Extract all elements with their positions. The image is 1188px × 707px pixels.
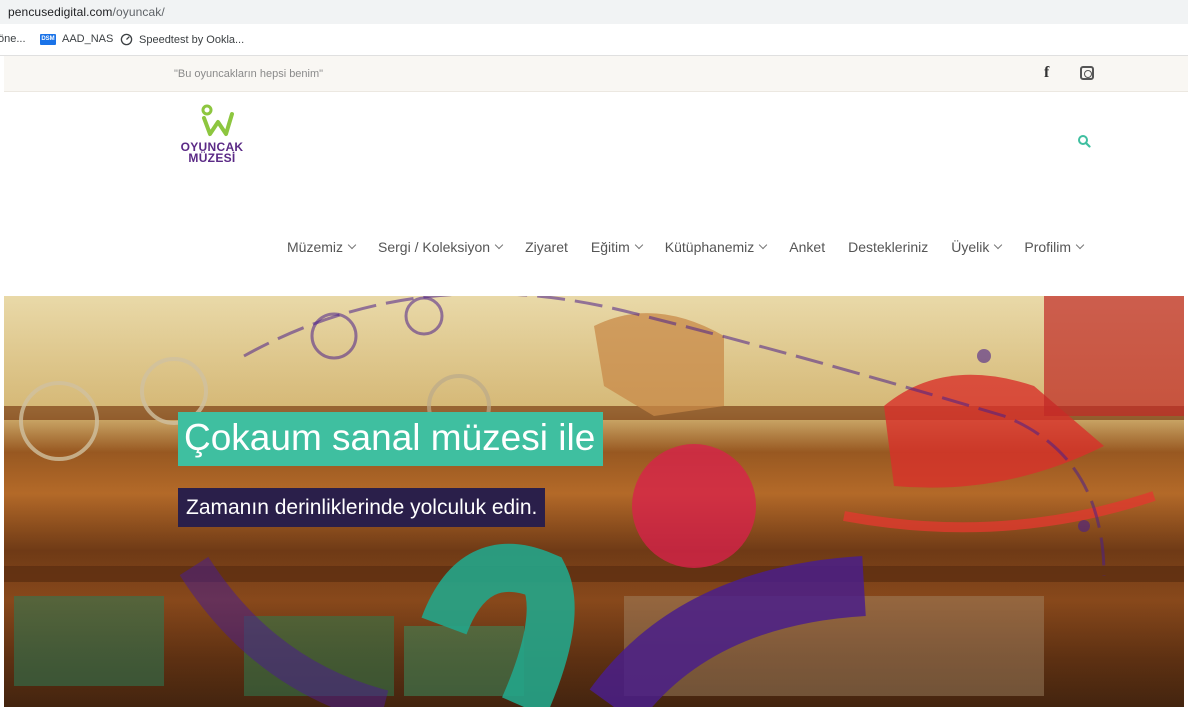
nav-item-anket[interactable]: Anket (789, 239, 825, 255)
browser-address-bar[interactable]: pencusedigital.com/oyuncak/ (0, 0, 1188, 24)
chevron-down-icon (494, 240, 504, 250)
facebook-icon[interactable]: f (1044, 64, 1049, 82)
main-nav: Müzemiz Sergi / Koleksiyon Ziyaret Eğiti… (287, 237, 1085, 257)
chevron-down-icon (1075, 240, 1085, 250)
nav-item-ziyaret[interactable]: Ziyaret (525, 239, 568, 255)
nav-item-destekleriniz[interactable]: Destekleriniz (848, 239, 928, 255)
site-header: OYUNCAK MÜZESİ Müzemiz Sergi / Koleksiyo… (4, 92, 1188, 296)
hero-title: Çokaum sanal müzesi ile (178, 412, 604, 466)
chevron-down-icon (347, 240, 357, 250)
logo-line2: MÜZESİ (188, 151, 236, 165)
url-text[interactable]: pencusedigital.com/oyuncak/ (8, 5, 165, 19)
bookmark-aad-nas[interactable]: DSM AAD_NAS (40, 33, 113, 45)
search-icon[interactable] (1077, 134, 1091, 148)
bookmarks-bar: öne... DSM AAD_NAS Speedtest by Ookla... (0, 24, 1188, 56)
bookmark-speedtest[interactable]: Speedtest by Ookla... (120, 33, 244, 46)
chevron-down-icon (759, 240, 768, 250)
nav-item-uyelik[interactable]: Üyelik (951, 239, 1003, 255)
chevron-down-icon (634, 240, 644, 250)
site-logo[interactable]: OYUNCAK MÜZESİ (168, 104, 268, 180)
nav-item-kutuphanemiz[interactable]: Kütüphanemiz (665, 239, 768, 255)
nav-item-muzemiz[interactable]: Müzemiz (287, 239, 357, 255)
dsm-icon: DSM (40, 33, 56, 45)
speedometer-icon (120, 33, 133, 46)
crown-logo-icon (201, 104, 234, 136)
instagram-icon[interactable] (1080, 66, 1094, 80)
chevron-down-icon (994, 240, 1003, 250)
nav-item-egitim[interactable]: Eğitim (591, 239, 644, 255)
hero-banner: Çokaum sanal müzesi ile Zamanın derinlik… (4, 296, 1184, 707)
site-topbar: "Bu oyuncakların hepsi benim" f (4, 56, 1188, 92)
tagline: "Bu oyuncakların hepsi benim" (174, 68, 324, 80)
nav-item-sergi-koleksiyon[interactable]: Sergi / Koleksiyon (378, 239, 504, 255)
bookmark-item[interactable]: öne... (0, 33, 26, 45)
nav-item-profilim[interactable]: Profilim (1024, 239, 1085, 255)
hero-subtitle: Zamanın derinliklerinde yolculuk edin. (178, 488, 546, 527)
